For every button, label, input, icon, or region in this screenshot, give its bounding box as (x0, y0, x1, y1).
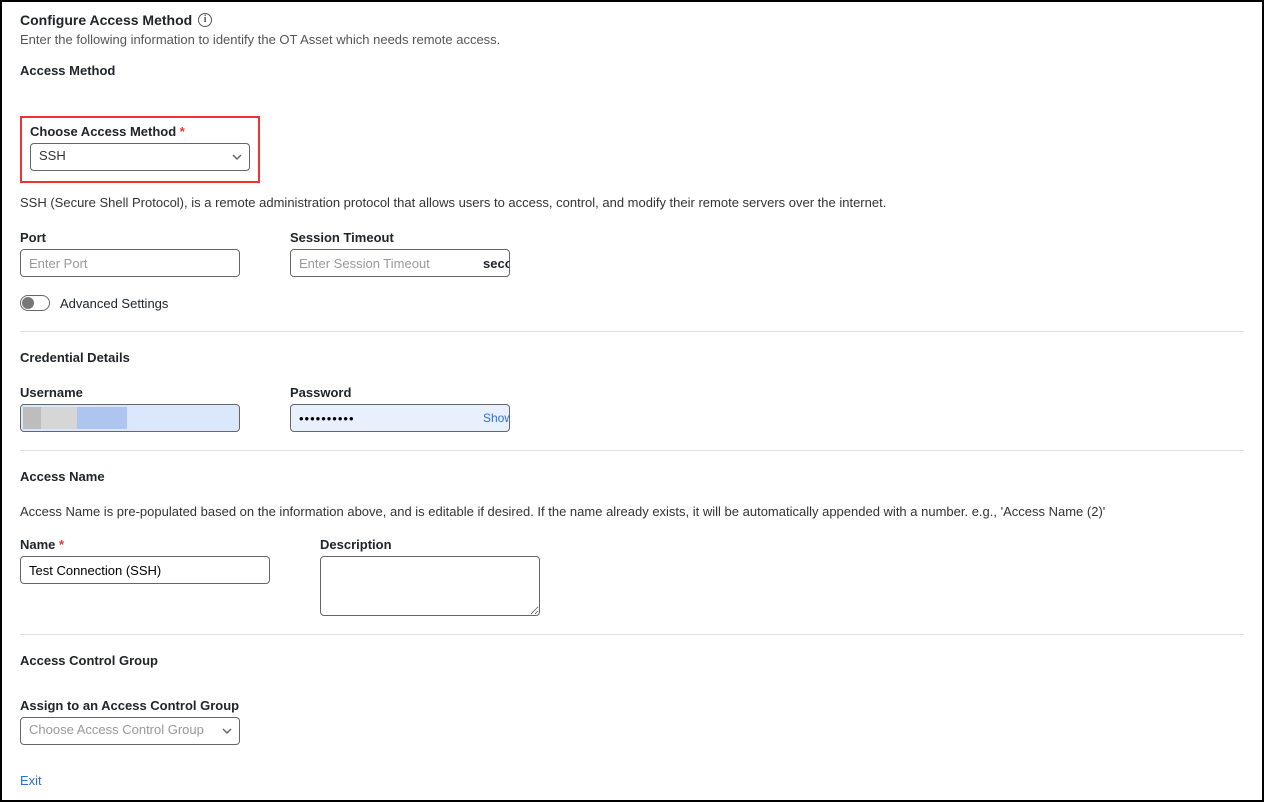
description-textarea[interactable] (320, 556, 540, 616)
access-name-description: Access Name is pre-populated based on th… (20, 504, 1244, 519)
username-redacted (23, 407, 127, 429)
session-timeout-input[interactable] (291, 250, 483, 276)
description-label: Description (320, 537, 540, 552)
assign-acg-label: Assign to an Access Control Group (20, 698, 1244, 713)
choose-access-method-highlight: Choose Access Method * SSH (20, 116, 260, 183)
name-label: Name * (20, 537, 270, 552)
session-timeout-label: Session Timeout (290, 230, 510, 245)
access-name-row: Name * Description (20, 537, 1244, 616)
page-header-row: Configure Access Method i (20, 12, 1244, 28)
credential-details-heading: Credential Details (20, 350, 1244, 365)
choose-access-method-select[interactable]: SSH (30, 143, 250, 171)
info-icon[interactable]: i (198, 13, 212, 27)
password-input[interactable] (291, 407, 483, 430)
acg-placeholder: Choose Access Control Group (20, 717, 240, 745)
username-label: Username (20, 385, 240, 400)
page-subtitle: Enter the following information to ident… (20, 32, 1244, 47)
credentials-row: Username Password Show (20, 385, 1244, 432)
advanced-settings-toggle[interactable] (20, 295, 50, 311)
acg-select[interactable]: Choose Access Control Group (20, 717, 240, 745)
access-method-heading: Access Method (20, 63, 1244, 78)
port-label: Port (20, 230, 240, 245)
access-name-heading: Access Name (20, 469, 1244, 484)
divider (20, 450, 1244, 451)
choose-access-method-value: SSH (30, 143, 250, 171)
page-title: Configure Access Method (20, 12, 192, 28)
show-password-button[interactable]: Show (483, 411, 510, 425)
advanced-settings-label: Advanced Settings (60, 296, 168, 311)
session-timeout-unit: seconds (483, 256, 510, 271)
advanced-settings-row: Advanced Settings (20, 295, 1244, 311)
name-input[interactable] (20, 556, 270, 584)
divider (20, 331, 1244, 332)
access-control-group-heading: Access Control Group (20, 653, 1244, 668)
port-timeout-row: Port Session Timeout seconds (20, 230, 1244, 277)
toggle-knob (22, 297, 34, 309)
password-wrap: Show (290, 404, 510, 432)
exit-link[interactable]: Exit (20, 773, 42, 788)
session-timeout-wrap: seconds (290, 249, 510, 277)
username-input[interactable] (20, 404, 240, 432)
access-method-description: SSH (Secure Shell Protocol), is a remote… (20, 195, 1244, 210)
choose-access-method-label: Choose Access Method * (30, 124, 250, 139)
port-input[interactable] (20, 249, 240, 277)
password-label: Password (290, 385, 510, 400)
divider (20, 634, 1244, 635)
